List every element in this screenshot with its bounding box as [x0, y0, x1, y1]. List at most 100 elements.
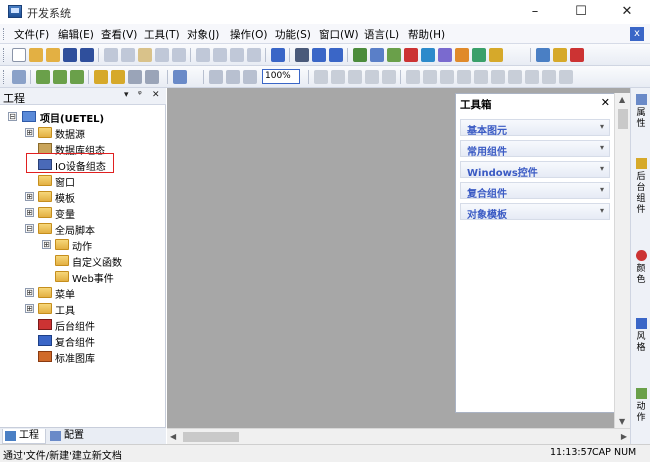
scroll-right-icon[interactable]: ▶: [621, 432, 627, 441]
tab-config[interactable]: 配置: [48, 429, 92, 444]
layer-icon[interactable]: [230, 48, 244, 62]
undo-icon[interactable]: [155, 48, 169, 62]
tree-item-custom-function[interactable]: 自定义函数: [55, 253, 160, 269]
align-middle-icon[interactable]: [382, 70, 396, 84]
button-icon[interactable]: [128, 70, 142, 84]
paste-icon[interactable]: [138, 48, 152, 62]
save-icon[interactable]: [63, 48, 77, 62]
tree-item-menu[interactable]: ⊞ 菜单: [25, 285, 155, 301]
close-window-button[interactable]: ✕: [604, 0, 650, 24]
space-vertical-icon[interactable]: [423, 70, 437, 84]
tree-item-background-component[interactable]: 后台组件: [38, 317, 158, 333]
close-panel-icon[interactable]: ✕: [152, 90, 160, 100]
toolbox-category-common-components[interactable]: 常用组件 ▾: [460, 140, 610, 158]
expand-icon[interactable]: ⊞: [25, 288, 34, 297]
component-icon[interactable]: [489, 48, 503, 62]
rail-tab-properties[interactable]: 属性: [633, 94, 649, 130]
rail-tab-background-components[interactable]: 后台组件: [633, 158, 649, 216]
tree-item-composite-component[interactable]: 复合组件: [38, 333, 158, 349]
color-icon[interactable]: [455, 48, 469, 62]
tree-item-project[interactable]: ⊟ 项目(UETEL): [8, 109, 158, 125]
layout-icon[interactable]: [173, 70, 187, 84]
palette-icon[interactable]: [370, 48, 384, 62]
group-icon[interactable]: [53, 70, 67, 84]
copy-icon[interactable]: [121, 48, 135, 62]
minimize-button[interactable]: –: [512, 0, 558, 24]
zoom-level-input[interactable]: 100%: [262, 69, 300, 84]
bring-front-icon[interactable]: [542, 70, 556, 84]
align-icon[interactable]: [196, 48, 210, 62]
ungroup-icon[interactable]: [70, 70, 84, 84]
rail-tab-action[interactable]: 动作: [633, 388, 649, 424]
object-icon[interactable]: [438, 48, 452, 62]
text-icon[interactable]: [94, 70, 108, 84]
run-icon[interactable]: [271, 48, 285, 62]
bar-chart-icon[interactable]: [553, 48, 567, 62]
tool-icon[interactable]: [387, 48, 401, 62]
pin-icon[interactable]: ᵠ: [138, 90, 142, 100]
menu-file[interactable]: 文件(F): [14, 27, 49, 42]
maximize-button[interactable]: ☐: [558, 0, 604, 24]
align-left-icon[interactable]: [314, 70, 328, 84]
report-icon[interactable]: [536, 48, 550, 62]
find-icon[interactable]: [295, 48, 309, 62]
collapse-icon[interactable]: ⊟: [8, 112, 17, 121]
save-all-icon[interactable]: [80, 48, 94, 62]
same-width-icon[interactable]: [457, 70, 471, 84]
rail-tab-color[interactable]: 颜色: [633, 250, 649, 286]
draw-icon[interactable]: [312, 48, 326, 62]
compile-icon[interactable]: [472, 48, 486, 62]
tree-item-tools[interactable]: ⊞ 工具: [25, 301, 155, 317]
close-document-icon[interactable]: x: [630, 27, 644, 41]
scroll-left-icon[interactable]: ◀: [170, 432, 176, 441]
cut-icon[interactable]: [104, 48, 118, 62]
expand-icon[interactable]: ⊞: [25, 192, 34, 201]
expand-icon[interactable]: ⊞: [25, 128, 34, 137]
tree-item-window[interactable]: 窗口: [38, 173, 158, 189]
menu-tools[interactable]: 工具(T): [144, 27, 180, 42]
vertical-scroll-thumb[interactable]: [618, 109, 628, 129]
grid-icon[interactable]: [213, 48, 227, 62]
space-horizontal-icon[interactable]: [406, 70, 420, 84]
menu-help[interactable]: 帮助(H): [408, 27, 445, 42]
same-size-icon[interactable]: [491, 70, 505, 84]
textbox-icon[interactable]: [145, 70, 159, 84]
distribute-icon[interactable]: [525, 70, 539, 84]
toolbar-grip[interactable]: [3, 48, 6, 62]
menu-operation[interactable]: 操作(O): [230, 27, 267, 42]
tree-item-variable[interactable]: ⊞ 变量: [25, 205, 155, 221]
move-icon[interactable]: [440, 70, 454, 84]
expand-icon[interactable]: ⊞: [25, 304, 34, 313]
tab-project[interactable]: 工程: [2, 429, 46, 444]
screen-icon[interactable]: [353, 48, 367, 62]
collapse-icon[interactable]: ⊟: [25, 224, 34, 233]
toolbox-category-basic-shapes[interactable]: 基本图元 ▾: [460, 119, 610, 137]
open-project-icon[interactable]: [46, 48, 60, 62]
tree-item-action[interactable]: ⊞ 动作: [42, 237, 157, 253]
insert-icon[interactable]: [36, 70, 50, 84]
rail-tab-style[interactable]: 风格: [633, 318, 649, 354]
toolbar-grip[interactable]: [3, 70, 6, 84]
new-file-icon[interactable]: [12, 48, 26, 62]
toolbox-category-windows-controls[interactable]: Windows控件 ▾: [460, 161, 610, 179]
align-center-icon[interactable]: [331, 70, 345, 84]
tree-item-global-script[interactable]: ⊟ 全局脚本: [25, 221, 155, 237]
scroll-down-icon[interactable]: ▼: [619, 417, 625, 426]
expand-icon[interactable]: ⊞: [25, 208, 34, 217]
zoom-tool-icon[interactable]: [209, 70, 223, 84]
align-right-icon[interactable]: [348, 70, 362, 84]
zoom-out-icon[interactable]: [243, 70, 257, 84]
menu-edit[interactable]: 编辑(E): [58, 27, 94, 42]
align-top-icon[interactable]: [365, 70, 379, 84]
delete-icon[interactable]: [404, 48, 418, 62]
horizontal-scroll-thumb[interactable]: [183, 432, 239, 442]
menu-function[interactable]: 功能(S): [275, 27, 311, 42]
pointer-icon[interactable]: [12, 70, 26, 84]
center-icon[interactable]: [508, 70, 522, 84]
table-icon[interactable]: [247, 48, 261, 62]
stats-icon[interactable]: [570, 48, 584, 62]
zoom-in-icon[interactable]: [226, 70, 240, 84]
open-folder-icon[interactable]: [29, 48, 43, 62]
toolbox-category-object-templates[interactable]: 对象模板 ▾: [460, 203, 610, 221]
send-back-icon[interactable]: [559, 70, 573, 84]
